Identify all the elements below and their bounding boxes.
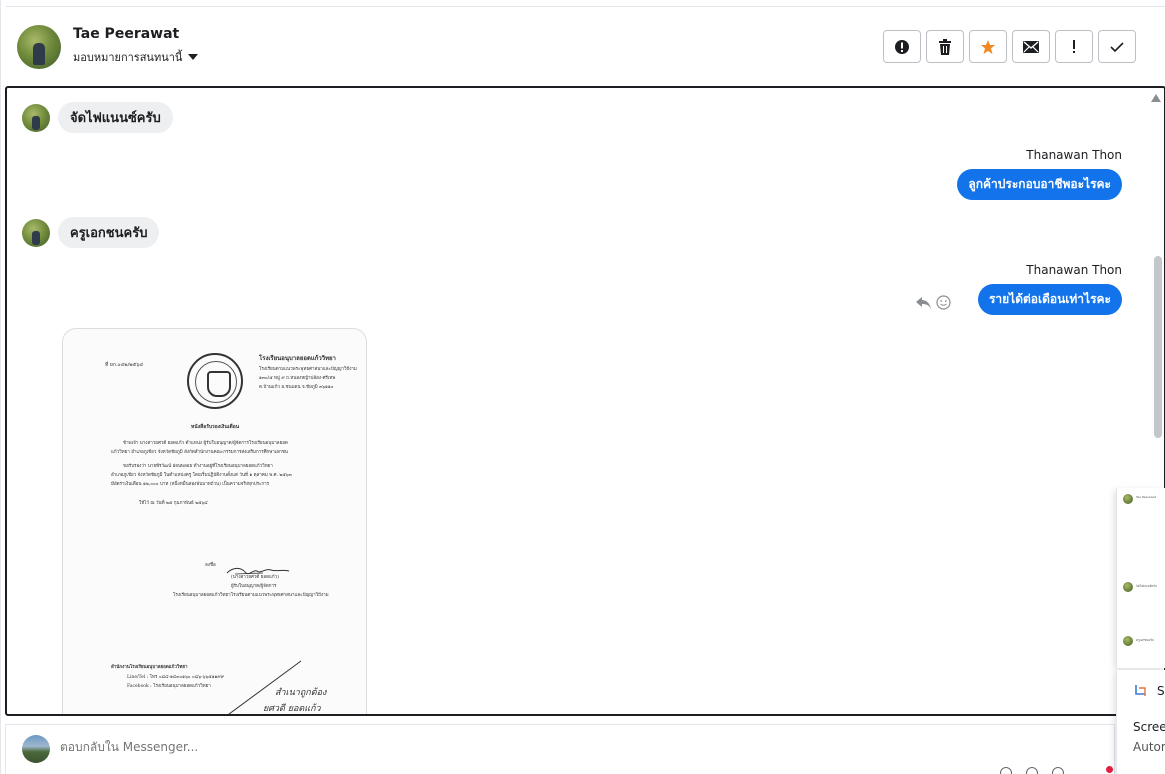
contact-name[interactable]: Tae Peerawat <box>73 26 179 42</box>
conversation-toolbar <box>883 30 1136 63</box>
caret-down-icon <box>188 54 199 60</box>
sender-name: Thanawan Thon <box>1026 263 1122 277</box>
doc-handwritten-note: สำเนาถูกต้อง <box>275 688 327 698</box>
mini-avatar <box>1123 636 1133 646</box>
doc-address-line: ต.บ้านแก้ว อ.ชนแดน จ.ชัยภูมิ ๓๖๑๑๐ <box>259 385 334 390</box>
reply-composer <box>5 724 1115 774</box>
doc-paragraph: อำเภอภูเขียว จังหวัดชัยภูมิ ในตำแหน่งครู… <box>111 473 292 478</box>
star-button[interactable] <box>969 30 1007 63</box>
doc-address-line: โรงเรียนตามแนวพระพุทธศาสนาและปัญญาวิถีงา… <box>259 367 357 372</box>
doc-signature-label: ลงชื่อ <box>205 563 216 568</box>
mark-unread-button[interactable] <box>1012 30 1050 63</box>
mini-avatar <box>1123 582 1133 592</box>
mini-message: ครูเอกชนครับ <box>1136 638 1154 642</box>
document-image-attachment[interactable]: ที่ ยก.๐๔๒/๒๕๖๔ โรงเรียนอนุบาลยอดแก้ววิท… <box>62 328 367 714</box>
scroll-up-arrow-icon[interactable] <box>1151 94 1161 102</box>
doc-signer-name: (นางสาวยศวดี ยอดแก้ว) <box>231 575 279 580</box>
mark-done-button[interactable] <box>1098 30 1136 63</box>
contact-avatar[interactable] <box>17 25 61 69</box>
message-actions <box>916 295 951 310</box>
doc-school-name: โรงเรียนอนุบาลยอดแก้ววิทยา <box>259 355 336 362</box>
composer-icons <box>1000 767 1064 774</box>
sender-avatar[interactable] <box>22 219 50 247</box>
incoming-message[interactable]: ครูเอกชนครับ <box>58 217 160 248</box>
assign-conversation-label: มอบหมายการสนทนานี้ <box>73 51 183 64</box>
outgoing-message[interactable]: รายได้ต่อเดือนเท่าไรคะ <box>977 284 1122 315</box>
outgoing-message[interactable]: ลูกค้าประกอบอาชีพอะไรคะ <box>957 169 1122 200</box>
doc-signer-org: โรงเรียนอนุบาลยอดแก้ววิทยาโรงเรียนตามแนว… <box>173 593 329 598</box>
doc-signer-role: ผู้รับใบอนุญาต/ผู้จัดการ <box>231 584 277 589</box>
page-avatar <box>22 735 50 763</box>
doc-address-line: ๑๓๐/๕ หมู่ ๙ ถ.หนองหญ้าปล้อง-ศรีเทพ <box>259 376 336 381</box>
snipping-tool-notification[interactable]: Sn Scree Autor <box>1116 670 1165 774</box>
emoji-reaction-icon[interactable] <box>936 295 951 310</box>
envelope-icon <box>1023 40 1039 53</box>
image-icon[interactable] <box>1026 767 1038 774</box>
doc-paragraph: ข้าพเจ้า นางสาวยศวดี ยอดแก้ว ตำแหน่ง ผู้… <box>123 441 288 446</box>
conversation-header: Tae Peerawat มอบหมายการสนทนานี้ <box>6 7 1165 85</box>
doc-paragraph: ขอรับรองว่า นายพีรวัฒน์ อ่อนพลอย ทำงานอย… <box>123 464 273 469</box>
scrollbar-thumb[interactable] <box>1154 256 1162 438</box>
incoming-message[interactable]: จัดไฟแนนซ์ครับ <box>58 102 173 133</box>
notification-dot <box>1106 766 1113 773</box>
alert-circle-icon <box>895 39 909 54</box>
trash-icon <box>939 38 951 55</box>
star-icon <box>981 39 995 54</box>
floating-chat-preview[interactable]: Tae Peerawat จัดไฟแนนซ์ครับ ครูเอกชนครับ <box>1116 488 1165 668</box>
left-border <box>0 0 1 774</box>
attach-icon[interactable] <box>1000 767 1012 774</box>
reply-input[interactable] <box>60 740 660 754</box>
doc-contact-line: Line/Tel : โทร ๐๘๔-๑๔๓๐๑๖๐ ๐๘๖-๖๖๕๑๑๙๙ <box>127 675 225 680</box>
doc-handwritten-note: ยศวดี ยอดแก้ว <box>263 704 321 714</box>
reply-icon[interactable] <box>916 296 932 310</box>
sender-name: Thanawan Thon <box>1026 148 1122 162</box>
snipping-tool-label: Sn <box>1157 684 1165 698</box>
spam-button[interactable] <box>883 30 921 63</box>
school-seal-icon <box>187 353 243 409</box>
mini-message: จัดไฟแนนซ์ครับ <box>1136 584 1157 588</box>
notification-text: Autor <box>1133 740 1165 754</box>
doc-date: ให้ไว้ ณ วันที่ ๒๕ กุมภาพันธ์ ๒๕๖๔ <box>139 501 208 506</box>
mini-title: Tae Peerawat <box>1136 495 1156 499</box>
snipping-tool-icon <box>1135 685 1146 696</box>
doc-paragraph: มีอัตราเงินเดือน ๑๒,๐๐๐ บาท (หนึ่งหมื่นส… <box>111 482 270 487</box>
delete-button[interactable] <box>926 30 964 63</box>
mini-avatar <box>1123 494 1133 504</box>
check-icon <box>1110 41 1124 52</box>
sender-avatar[interactable] <box>22 104 50 132</box>
emoji-icon[interactable] <box>1052 767 1064 774</box>
follow-up-button[interactable] <box>1055 30 1093 63</box>
doc-office-name: สำนักงานโรงเรียนอนุบาลยอดแก้ววิทยา <box>111 665 188 670</box>
messenger-inbox: Tae Peerawat มอบหมายการสนทนานี้ จัดไฟแนน… <box>0 0 1165 774</box>
doc-heading: หนังสือรับรองเงินเดือน <box>191 424 240 430</box>
notification-title: Scree <box>1133 720 1165 734</box>
doc-reference-number: ที่ ยก.๐๔๒/๒๕๖๔ <box>105 362 144 368</box>
exclamation-icon <box>1073 39 1075 53</box>
assign-conversation-dropdown[interactable]: มอบหมายการสนทนานี้ <box>73 48 199 66</box>
doc-contact-facebook: Facebook : โรงเรียนอนุบาลยอดแก้ววิทยา <box>127 684 211 689</box>
message-thread[interactable]: จัดไฟแนนซ์ครับ Thanawan Thon ลูกค้าประกอ… <box>5 86 1165 716</box>
doc-paragraph: แก้ววิทยา อำเภอภูเขียว จังหวัดชัยภูมิ สั… <box>111 450 288 455</box>
